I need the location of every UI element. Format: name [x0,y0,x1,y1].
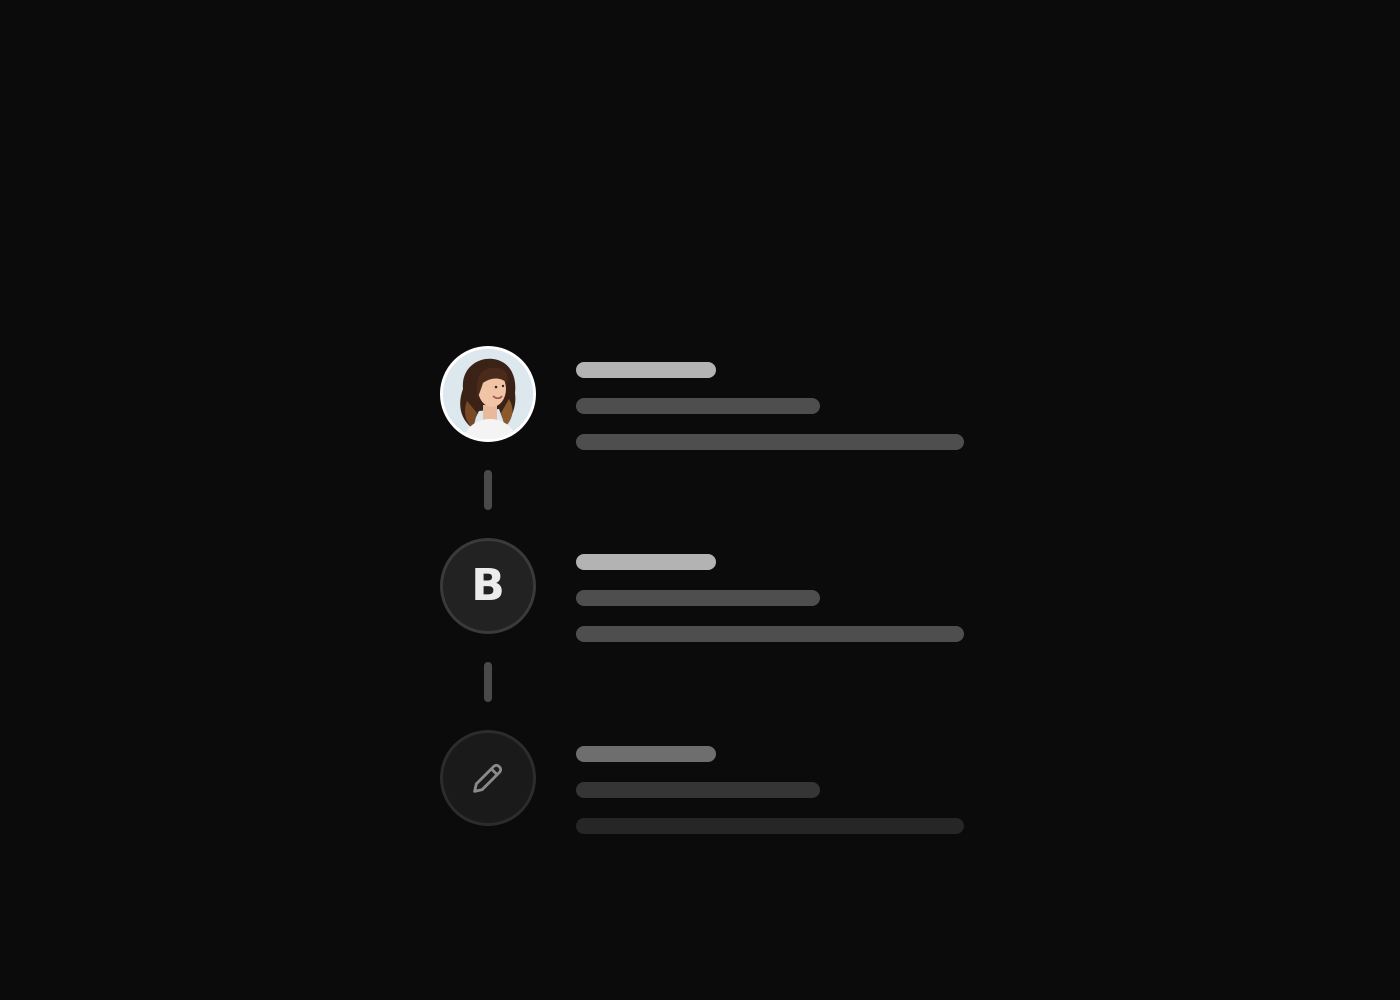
description-placeholder [576,434,964,450]
timeline-connector [484,470,492,510]
subtitle-placeholder [576,782,820,798]
pencil-icon [473,763,503,793]
subtitle-placeholder [576,398,820,414]
title-placeholder [576,362,716,378]
description-placeholder [576,818,964,834]
avatar [440,346,536,442]
activity-timeline: B [0,0,1400,1000]
description-placeholder [576,626,964,642]
subtitle-placeholder [576,590,820,606]
title-placeholder [576,554,716,570]
avatar [440,730,536,826]
avatar-initial: B [471,560,505,611]
avatar: B [440,538,536,634]
title-placeholder [576,746,716,762]
profile-photo [443,349,533,439]
timeline-connector [484,662,492,702]
